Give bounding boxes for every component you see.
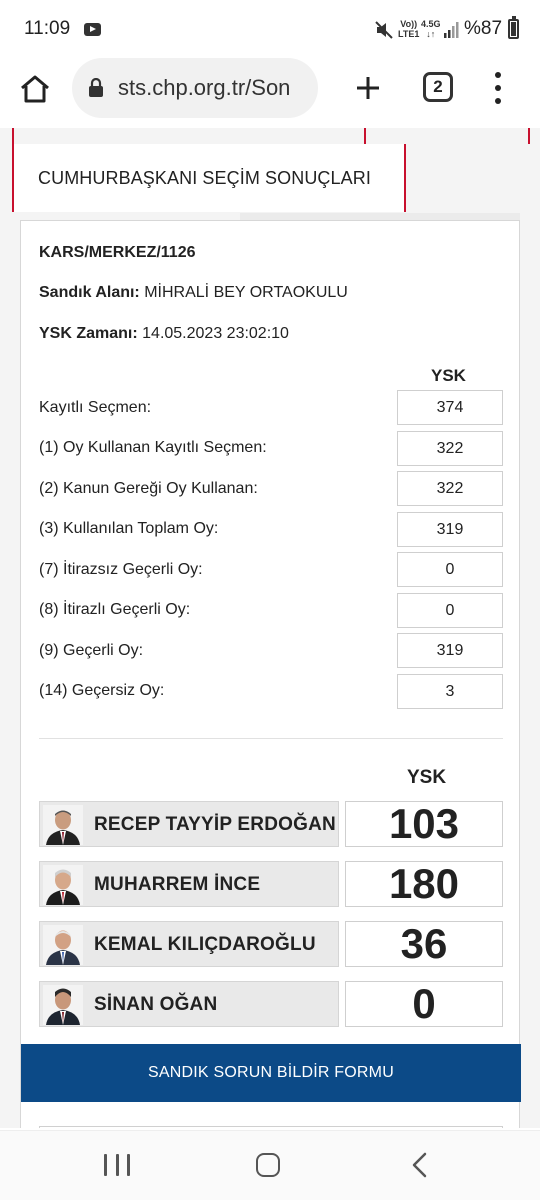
candidate-name: MUHARREM İNCE bbox=[94, 874, 261, 895]
home-nav-button[interactable] bbox=[256, 1153, 280, 1177]
section-tab[interactable]: CUMHURBAŞKANI SEÇİM SONUÇLARI bbox=[12, 144, 406, 212]
status-time: 11:09 bbox=[24, 18, 71, 39]
stats-column-header: YSK bbox=[431, 366, 466, 385]
candidate-row: MUHARREM İNCE 180 bbox=[39, 860, 503, 907]
mute-icon bbox=[375, 21, 393, 39]
browser-toolbar: sts.chp.org.tr/Son 2 bbox=[0, 56, 540, 122]
stat-label: (9) Geçerli Oy: bbox=[39, 642, 144, 659]
stat-label: (2) Kanun Gereği Oy Kullanan: bbox=[39, 480, 258, 497]
recents-icon bbox=[104, 1154, 107, 1176]
status-bar: 11:09 Vo)) LTE1 4.5G ↓↑ %87 bbox=[0, 0, 540, 60]
divider bbox=[39, 738, 503, 739]
stat-label: (14) Geçersiz Oy: bbox=[39, 682, 165, 699]
address-bar[interactable]: sts.chp.org.tr/Son bbox=[72, 58, 318, 118]
candidate-name-box: RECEP TAYYİP ERDOĞAN bbox=[39, 801, 339, 847]
candidate-name-box: MUHARREM İNCE bbox=[39, 861, 339, 907]
stat-value: 0 bbox=[397, 552, 503, 587]
system-nav-bar bbox=[0, 1130, 540, 1200]
home-icon bbox=[21, 75, 49, 103]
sandik-area-value: MİHRALİ BEY ORTAOKULU bbox=[144, 284, 348, 301]
lock-icon bbox=[89, 78, 103, 97]
candidate-photo bbox=[43, 925, 83, 965]
stat-label: (8) İtirazlı Geçerli Oy: bbox=[39, 601, 191, 618]
stat-value: 322 bbox=[397, 431, 503, 466]
stat-value: 319 bbox=[397, 633, 503, 668]
stat-value: 3 bbox=[397, 674, 503, 709]
stat-label: (3) Kullanılan Toplam Oy: bbox=[39, 520, 219, 537]
recents-button[interactable] bbox=[104, 1154, 130, 1176]
menu-button[interactable] bbox=[484, 70, 512, 106]
stat-value: 322 bbox=[397, 471, 503, 506]
plus-icon bbox=[357, 77, 379, 99]
tab-count: 2 bbox=[433, 77, 443, 96]
tab-border-mark bbox=[12, 128, 14, 144]
menu-icon bbox=[495, 72, 501, 78]
page-content: · CUMHURBAŞKANI SEÇİM SONUÇLARI KARS/MER… bbox=[0, 128, 540, 1128]
ysk-time: YSK Zamanı: 14.05.2023 23:02:10 bbox=[39, 325, 289, 343]
tabs-button[interactable]: 2 bbox=[423, 72, 453, 102]
report-form-area bbox=[39, 1126, 503, 1128]
candidate-name-box: SİNAN OĞAN bbox=[39, 981, 339, 1027]
section-title: CUMHURBAŞKANI SEÇİM SONUÇLARI bbox=[38, 168, 371, 188]
candidate-photo bbox=[43, 805, 83, 845]
candidate-votes: 36 bbox=[345, 920, 503, 967]
candidate-row: KEMAL KILIÇDAROĞLU 36 bbox=[39, 920, 503, 967]
candidate-photo bbox=[43, 985, 83, 1025]
battery-icon bbox=[508, 16, 519, 39]
stat-value: 0 bbox=[397, 593, 503, 628]
candidate-photo bbox=[43, 865, 83, 905]
candidate-name-box: KEMAL KILIÇDAROĞLU bbox=[39, 921, 339, 967]
new-tab-button[interactable] bbox=[348, 68, 388, 108]
candidate-row: RECEP TAYYİP ERDOĞAN 103 bbox=[39, 800, 503, 847]
ysk-time-value: 14.05.2023 23:02:10 bbox=[142, 325, 289, 342]
network-type-indicator: 4.5G ↓↑ bbox=[421, 19, 441, 39]
candidate-name: RECEP TAYYİP ERDOĞAN bbox=[94, 814, 336, 835]
url-text: sts.chp.org.tr/Son bbox=[118, 75, 291, 100]
home-button[interactable] bbox=[14, 68, 56, 110]
battery-percent: %87 bbox=[464, 18, 503, 39]
stat-label: Kayıtlı Seçmen: bbox=[39, 399, 152, 416]
stat-value: 319 bbox=[397, 512, 503, 547]
candidates-column-header: YSK bbox=[407, 767, 447, 788]
sandik-area: Sandık Alanı: MİHRALİ BEY ORTAOKULU bbox=[39, 284, 348, 302]
tab-border-mark bbox=[528, 128, 530, 144]
sandik-area-label: Sandık Alanı: bbox=[39, 284, 140, 301]
ysk-time-label: YSK Zamanı: bbox=[39, 325, 138, 342]
signal-icon bbox=[444, 22, 459, 38]
candidate-name: SİNAN OĞAN bbox=[94, 994, 218, 1015]
candidate-name: KEMAL KILIÇDAROĞLU bbox=[94, 934, 316, 955]
back-icon[interactable] bbox=[410, 1152, 430, 1178]
stat-label: (1) Oy Kullanan Kayıtlı Seçmen: bbox=[39, 439, 267, 456]
results-panel: KARS/MERKEZ/1126 Sandık Alanı: MİHRALİ B… bbox=[20, 220, 521, 1128]
location-code: KARS/MERKEZ/1126 bbox=[39, 244, 196, 261]
candidate-row: SİNAN OĞAN 0 bbox=[39, 980, 503, 1027]
stat-label: (7) İtirazsız Geçerli Oy: bbox=[39, 561, 203, 578]
candidate-votes: 180 bbox=[345, 860, 503, 907]
report-form-button[interactable]: SANDIK SORUN BİLDİR FORMU bbox=[21, 1044, 521, 1102]
tab-border-mark bbox=[364, 128, 366, 144]
candidate-votes: 103 bbox=[345, 800, 503, 847]
volte-indicator: Vo)) LTE1 bbox=[398, 19, 420, 39]
stat-value: 374 bbox=[397, 390, 503, 425]
candidate-votes: 0 bbox=[345, 980, 503, 1027]
youtube-icon bbox=[84, 23, 101, 36]
